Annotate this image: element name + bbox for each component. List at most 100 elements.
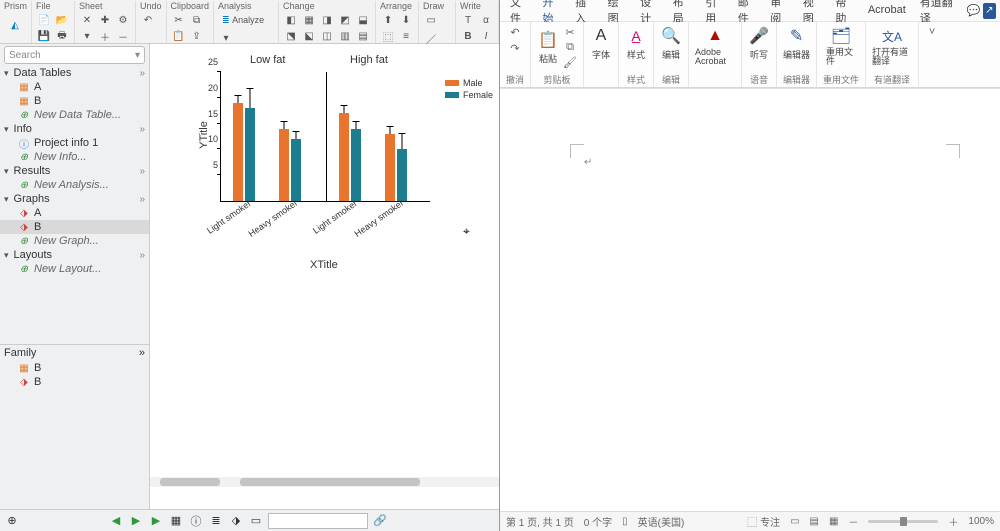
sb-next-icon[interactable]: ▶ xyxy=(128,513,144,529)
ch-9-icon[interactable]: ▥ xyxy=(337,28,353,44)
print-icon[interactable]: 🖶 xyxy=(54,28,70,44)
sb-grid-icon[interactable]: ▦ xyxy=(168,513,184,529)
youdao-button[interactable]: 文A打开有道翻译 xyxy=(872,25,912,66)
arr-align-icon[interactable]: ≡ xyxy=(398,28,414,44)
bold-icon[interactable]: B xyxy=(460,28,476,44)
comments-icon[interactable]: 💬 xyxy=(967,3,981,19)
section-info[interactable]: ▾Info» xyxy=(0,122,149,136)
sb-info-icon[interactable]: ⓘ xyxy=(188,513,204,529)
cut-icon[interactable]: ✂ xyxy=(171,12,187,28)
sb-layout-icon[interactable]: ▭ xyxy=(248,513,264,529)
sidebar-new-graph[interactable]: ⊕New Graph... xyxy=(0,234,149,248)
status-focus[interactable]: ⬚ 专注 xyxy=(747,514,780,529)
sidebar-item-graph-a[interactable]: ⬗A xyxy=(0,206,149,220)
ch-5-icon[interactable]: ⬓ xyxy=(355,12,371,28)
family-item-1[interactable]: ▦B xyxy=(0,361,149,375)
paste-button[interactable]: 📋粘贴 xyxy=(537,29,559,65)
tab-acrobat[interactable]: Acrobat xyxy=(862,2,912,20)
italic-icon[interactable]: I xyxy=(478,28,494,44)
export-icon[interactable]: ⇪ xyxy=(189,28,205,44)
sb-link-icon[interactable]: 🔗 xyxy=(372,513,388,529)
zoom-in-icon[interactable]: ＋ xyxy=(948,514,958,529)
analyze-icon[interactable]: ≣ Analyze xyxy=(218,12,268,28)
status-lang[interactable]: 英语(美国) xyxy=(638,514,685,529)
status-printlayout-icon[interactable]: ▤ xyxy=(810,516,819,527)
ch-1-icon[interactable]: ◧ xyxy=(283,12,299,28)
sidebar-new-analysis[interactable]: ⊕New Analysis... xyxy=(0,178,149,192)
ch-10-icon[interactable]: ▤ xyxy=(355,28,371,44)
status-words[interactable]: 0 个字 xyxy=(584,514,612,529)
edit-button[interactable]: 🔍编辑 xyxy=(660,25,682,61)
sheet-plus-icon[interactable]: ＋ xyxy=(97,28,113,44)
search-dropdown-icon[interactable]: ▾ xyxy=(135,50,140,61)
reuse-files-button[interactable]: 🗂重用文件 xyxy=(826,25,856,66)
ribbon-collapse-icon[interactable]: ˅ xyxy=(925,25,939,39)
styles-button[interactable]: A̲样式 xyxy=(625,25,647,61)
sheet-minus-icon[interactable]: － xyxy=(115,28,131,44)
format-painter-icon[interactable]: 🖌 xyxy=(563,55,577,69)
section-data-tables[interactable]: ▾Data Tables» xyxy=(0,66,149,80)
ch-4-icon[interactable]: ◩ xyxy=(337,12,353,28)
prism-logo-icon[interactable]: ◭ xyxy=(4,12,26,38)
new-file-icon[interactable]: 📄 xyxy=(36,12,52,28)
sb-add-icon[interactable]: ⊕ xyxy=(4,513,20,529)
zoom-slider[interactable] xyxy=(868,520,938,523)
section-family[interactable]: Family» xyxy=(0,344,149,361)
sb-sheet-input[interactable] xyxy=(268,513,368,529)
status-page[interactable]: 第 1 页, 共 1 页 xyxy=(506,514,574,529)
section-layouts[interactable]: ▾Layouts» xyxy=(0,248,149,262)
sidebar-item-info-1[interactable]: ⓘProject info 1 xyxy=(0,136,149,150)
chart-legend: Male Female xyxy=(445,78,493,102)
sidebar-new-data-table[interactable]: ⊕New Data Table... xyxy=(0,108,149,122)
acrobat-button[interactable]: ▲Adobe Acrobat xyxy=(695,25,735,66)
copy-word-icon[interactable]: ⧉ xyxy=(563,40,577,54)
zoom-out-icon[interactable]: － xyxy=(848,514,858,529)
status-zoom[interactable]: 100% xyxy=(968,516,994,527)
sheet-new-icon[interactable]: ✚ xyxy=(97,12,113,28)
sidebar-new-layout[interactable]: ⊕New Layout... xyxy=(0,262,149,276)
dictate-button[interactable]: 🎤听写 xyxy=(748,25,770,61)
draw-rect-icon[interactable]: ▭ xyxy=(423,12,439,28)
font-button[interactable]: A字体 xyxy=(590,25,612,61)
section-graphs[interactable]: ▾Graphs» xyxy=(0,192,149,206)
arr-group-icon[interactable]: ⿴ xyxy=(380,28,396,44)
text-icon[interactable]: T xyxy=(460,12,476,28)
ch-6-icon[interactable]: ⬔ xyxy=(283,28,299,44)
sidebar-new-info[interactable]: ⊕New Info... xyxy=(0,150,149,164)
paste-icon[interactable]: 📋 xyxy=(171,28,187,44)
status-readmode-icon[interactable]: ▭ xyxy=(790,516,799,527)
sheet-down-icon[interactable]: ▾ xyxy=(79,28,95,44)
sb-graph-icon[interactable]: ⬗ xyxy=(228,513,244,529)
symbol-icon[interactable]: α xyxy=(478,12,494,28)
family-item-2[interactable]: ⬗B xyxy=(0,375,149,389)
search-input[interactable]: Search▾ xyxy=(4,46,145,64)
ch-8-icon[interactable]: ◫ xyxy=(319,28,335,44)
sb-stats-icon[interactable]: ≣ xyxy=(208,513,224,529)
sheet-gear-icon[interactable]: ⚙ xyxy=(115,12,131,28)
undo-icon[interactable]: ↶ xyxy=(140,12,156,28)
status-weblayout-icon[interactable]: ▦ xyxy=(829,516,838,527)
sheet-x-icon[interactable]: ✕ xyxy=(79,12,95,28)
word-document-area[interactable]: ↵ xyxy=(500,88,1000,511)
cut-word-icon[interactable]: ✂ xyxy=(563,25,577,39)
copy-icon[interactable]: ⧉ xyxy=(189,12,205,28)
status-book-icon[interactable]: ▯ xyxy=(622,516,628,527)
sidebar-item-graph-b[interactable]: ⬗B xyxy=(0,220,149,234)
ch-7-icon[interactable]: ⬕ xyxy=(301,28,317,44)
ch-2-icon[interactable]: ▦ xyxy=(301,12,317,28)
save-icon[interactable]: 💾 xyxy=(36,28,52,44)
sb-play-icon[interactable]: ▶ xyxy=(148,513,164,529)
share-icon[interactable]: ↗ xyxy=(983,3,996,19)
sidebar-item-data-b[interactable]: ▦B xyxy=(0,94,149,108)
ch-3-icon[interactable]: ◨ xyxy=(319,12,335,28)
arr-front-icon[interactable]: ⬆ xyxy=(380,12,396,28)
arr-back-icon[interactable]: ⬇ xyxy=(398,12,414,28)
open-file-icon[interactable]: 📂 xyxy=(54,12,70,28)
editor-button[interactable]: ✎编辑器 xyxy=(783,25,810,61)
undo-word-icon[interactable]: ↶ xyxy=(508,25,522,39)
sidebar-item-data-a[interactable]: ▦A xyxy=(0,80,149,94)
redo-word-icon[interactable]: ↷ xyxy=(508,41,522,55)
prism-horizontal-scrollbar[interactable] xyxy=(150,477,499,487)
section-results[interactable]: ▾Results» xyxy=(0,164,149,178)
sb-prev-icon[interactable]: ◀ xyxy=(108,513,124,529)
